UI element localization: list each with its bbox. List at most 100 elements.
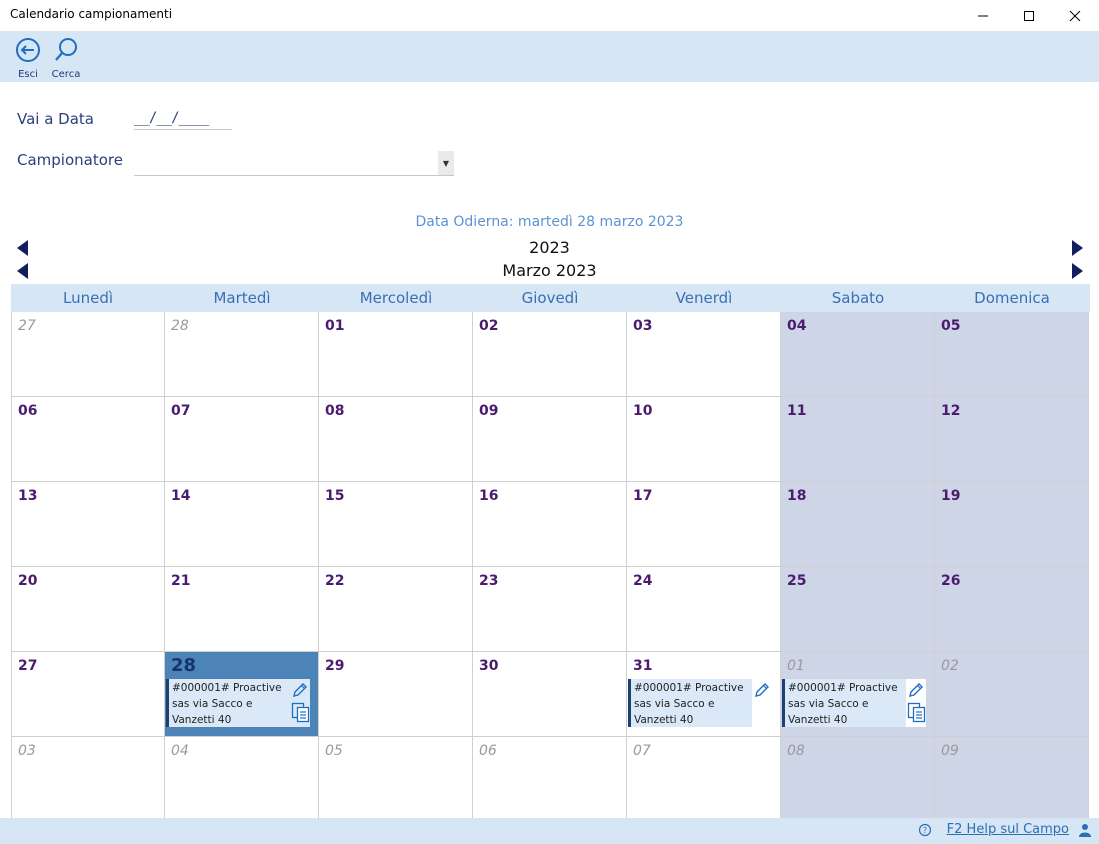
exit-label: Esci	[18, 69, 38, 80]
calendar-day-cell[interactable]: 03	[11, 737, 165, 822]
day-number: 05	[325, 743, 343, 759]
calendar-day-cell[interactable]: 15	[319, 482, 473, 567]
calendar-day-cell[interactable]: 09	[935, 737, 1089, 822]
day-number: 10	[633, 403, 653, 419]
day-number: 30	[479, 658, 499, 674]
status-bar: ? F2 Help sul Campo	[0, 818, 1099, 844]
calendar-day-cell[interactable]: 08	[319, 397, 473, 482]
day-number: 08	[787, 743, 805, 759]
day-number: 13	[18, 488, 38, 504]
next-year-icon[interactable]	[1072, 240, 1083, 256]
copy-icon[interactable]	[907, 702, 927, 724]
calendar-day-cell[interactable]: 28	[165, 312, 319, 397]
calendar-day-cell[interactable]: 07	[627, 737, 781, 822]
day-number: 03	[18, 743, 36, 759]
calendar-day-cell[interactable]: 14	[165, 482, 319, 567]
today-label: Data Odierna: martedì 28 marzo 2023	[415, 214, 684, 230]
calendar-grid: 27 28 01 02 03 04 05 06 07 08 09 10 11 12 13 14 15 16 17 18…	[11, 312, 1090, 822]
calendar-day-cell[interactable]: 06	[473, 737, 627, 822]
year-label: 2023	[529, 238, 570, 257]
help-link[interactable]: F2 Help sul Campo	[947, 822, 1069, 837]
day-number: 05	[941, 318, 961, 334]
calendar-day-cell[interactable]: 17	[627, 482, 781, 567]
calendar-day-cell[interactable]: 24	[627, 567, 781, 652]
day-number: 21	[171, 573, 191, 589]
day-number: 16	[479, 488, 499, 504]
calendar-day-cell[interactable]: 20	[11, 567, 165, 652]
month-label: Marzo 2023	[502, 261, 597, 280]
calendar-day-cell[interactable]: 02	[473, 312, 627, 397]
event-actions	[906, 679, 926, 727]
calendar-day-cell[interactable]: 12	[935, 397, 1089, 482]
calendar-day-cell[interactable]: 30	[473, 652, 627, 737]
day-number: 18	[787, 488, 807, 504]
calendar-day-cell[interactable]: 08	[781, 737, 935, 822]
dropdown-button[interactable]: ▼	[438, 151, 454, 175]
edit-icon[interactable]	[907, 681, 925, 699]
calendar-day-cell[interactable]: 05	[935, 312, 1089, 397]
calendar-day-cell[interactable]: 22	[319, 567, 473, 652]
sampler-select[interactable]: ▼	[134, 151, 454, 176]
weekday-label: Giovedì	[521, 289, 579, 307]
calendar-day-cell[interactable]: 07	[165, 397, 319, 482]
calendar-day-cell[interactable]: 02	[935, 652, 1089, 737]
calendar-day-cell[interactable]: 01 #000001# Proactive sas via Sacco e Van…	[781, 652, 935, 737]
calendar-day-cell[interactable]: 09	[473, 397, 627, 482]
calendar-day-cell[interactable]: 11	[781, 397, 935, 482]
copy-icon[interactable]	[291, 702, 311, 724]
calendar-day-cell[interactable]: 27	[11, 312, 165, 397]
day-number: 06	[479, 743, 497, 759]
calendar-day-cell[interactable]: 05	[319, 737, 473, 822]
window-title: Calendario campionamenti	[10, 7, 173, 21]
weekday-header: Lunedì Martedì Mercoledì Giovedì Venerdì…	[11, 284, 1090, 312]
calendar-day-cell[interactable]: 06	[11, 397, 165, 482]
calendar-day-cell[interactable]: 10	[627, 397, 781, 482]
calendar-event[interactable]: #000001# Proactive sas via Sacco e Vanze…	[782, 679, 906, 727]
calendar-day-cell[interactable]: 26	[935, 567, 1089, 652]
day-number: 06	[18, 403, 38, 419]
exit-button[interactable]: Esci	[10, 35, 46, 80]
calendar-event[interactable]: #000001# Proactive sas via Sacco e Vanze…	[628, 679, 752, 727]
calendar-day-cell[interactable]: 04	[165, 737, 319, 822]
day-number: 15	[325, 488, 345, 504]
weekday-label: Venerdì	[675, 289, 733, 307]
day-number: 27	[18, 318, 36, 334]
day-number: 20	[18, 573, 38, 589]
calendar-day-cell[interactable]: 21	[165, 567, 319, 652]
day-number: 26	[941, 573, 961, 589]
calendar-day-cell[interactable]: 13	[11, 482, 165, 567]
weekday-label: Domenica	[974, 289, 1050, 307]
calendar-day-cell[interactable]: 25	[781, 567, 935, 652]
day-number: 22	[325, 573, 345, 589]
calendar-day-cell[interactable]: 18	[781, 482, 935, 567]
date-field[interactable]: __/__/____	[134, 110, 232, 130]
calendar-day-cell[interactable]: 03	[627, 312, 781, 397]
calendar-day-cell[interactable]: 16	[473, 482, 627, 567]
search-button[interactable]: Cerca	[48, 35, 84, 80]
minimize-button[interactable]	[960, 0, 1006, 31]
calendar-day-cell[interactable]: 19	[935, 482, 1089, 567]
next-month-icon[interactable]	[1072, 263, 1083, 279]
maximize-button[interactable]	[1006, 0, 1052, 31]
day-number: 02	[479, 318, 499, 334]
calendar-day-cell[interactable]: 04	[781, 312, 935, 397]
calendar-event[interactable]: #000001# Proactive sas via Sacco e Vanze…	[166, 679, 290, 727]
day-number: 28	[171, 318, 189, 334]
edit-icon[interactable]	[291, 681, 309, 699]
day-number: 17	[633, 488, 653, 504]
user-icon[interactable]	[1078, 823, 1092, 837]
calendar-day-cell[interactable]: 29	[319, 652, 473, 737]
calendar-day-cell[interactable]: 23	[473, 567, 627, 652]
svg-text:?: ?	[923, 826, 927, 835]
calendar-day-cell[interactable]: 27	[11, 652, 165, 737]
close-icon	[1069, 10, 1081, 21]
calendar-day-cell[interactable]: 31 #000001# Proactive sas via Sacco e Van…	[627, 652, 781, 737]
day-number: 09	[941, 743, 959, 759]
day-number: 23	[479, 573, 499, 589]
close-button[interactable]	[1052, 0, 1098, 31]
edit-icon[interactable]	[753, 681, 771, 699]
title-bar: Calendario campionamenti	[0, 0, 1099, 31]
calendar-day-cell[interactable]: 01	[319, 312, 473, 397]
calendar-day-cell[interactable]: 28 #000001# Proactive sas via Sacco e Van…	[165, 652, 319, 737]
calendar: Lunedì Martedì Mercoledì Giovedì Venerdì…	[11, 284, 1090, 822]
